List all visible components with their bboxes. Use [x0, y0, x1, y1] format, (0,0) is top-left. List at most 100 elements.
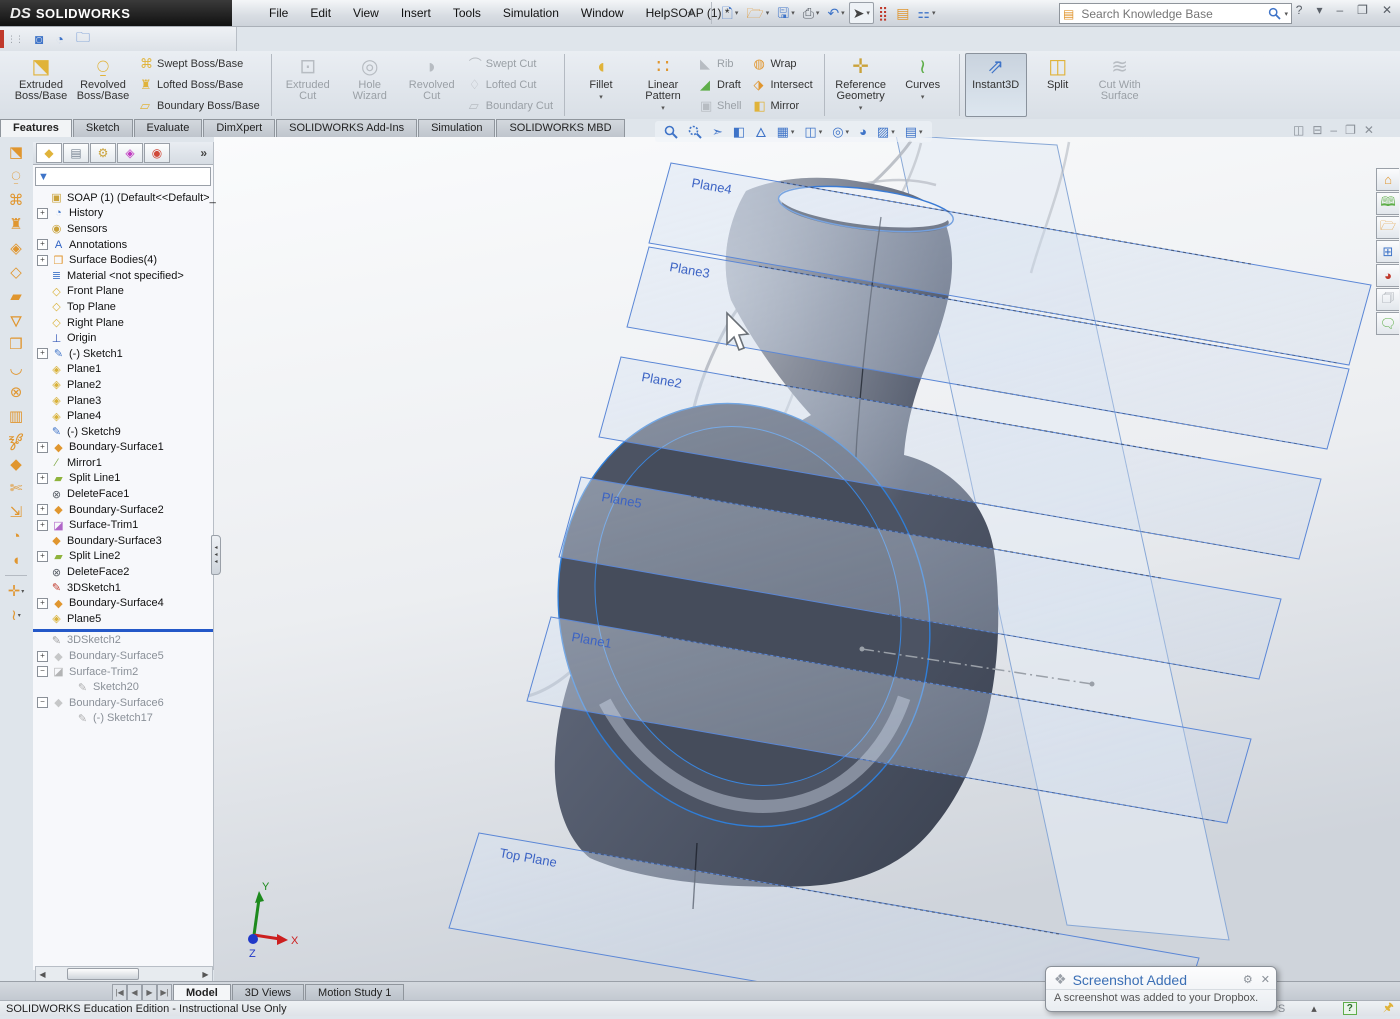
3d-drawing-view-button[interactable]: 🜂: [750, 117, 771, 147]
rollback-bar[interactable]: [33, 629, 213, 632]
menu-insert[interactable]: Insert: [390, 2, 442, 24]
tree-item-split-line2[interactable]: +▰Split Line2: [33, 549, 213, 565]
dropdown-icon[interactable]: ▾: [846, 128, 850, 136]
tree-item-annotations[interactable]: +AAnnotations: [33, 237, 213, 253]
tree-item-plane3[interactable]: ◈Plane3: [33, 393, 213, 409]
notification-settings-icon[interactable]: ⚙: [1243, 973, 1253, 986]
reference-geometry-button[interactable]: ✛Reference Geometry▾: [830, 53, 892, 117]
new-document-button[interactable]: 🗋▾: [718, 2, 743, 24]
tree-item-history[interactable]: +◔History: [33, 206, 213, 222]
expand-icon[interactable]: +: [37, 520, 48, 531]
tree-item-boundary-surface4[interactable]: +◆Boundary-Surface4: [33, 595, 213, 611]
dropdown-icon[interactable]: ▾: [819, 128, 823, 136]
dropdown-icon[interactable]: ▾: [735, 9, 739, 17]
filled-surface-button[interactable]: ◇: [3, 260, 29, 284]
boundary-surface-button[interactable]: ◈: [3, 236, 29, 260]
lofted-surface-button[interactable]: ♜: [3, 212, 29, 236]
dimxpertmanager-tab[interactable]: ◈: [117, 143, 143, 163]
doc-close-button[interactable]: ✕: [1364, 123, 1374, 137]
tree-item-deleteface1[interactable]: ⊗DeleteFace1: [33, 486, 213, 502]
notification-close-icon[interactable]: ✕: [1261, 973, 1270, 986]
tree-item-sketch9[interactable]: ✎(-) Sketch9: [33, 424, 213, 440]
tree-item-split-line1[interactable]: +▰Split Line1: [33, 471, 213, 487]
scroll-right-icon[interactable]: ▶: [199, 970, 212, 979]
restore-button[interactable]: ❐: [1353, 2, 1372, 18]
lofted-boss-base-button[interactable]: ♜Lofted Boss/Base: [134, 74, 266, 95]
dropdown-icon[interactable]: ▾: [921, 92, 925, 103]
rebuild-button[interactable]: ⣿: [874, 2, 892, 24]
tab-simulation[interactable]: Simulation: [418, 119, 495, 137]
record-video-button[interactable]: ◔: [49, 30, 69, 48]
expand-icon[interactable]: +: [37, 348, 48, 359]
screen-capture-button[interactable]: ◙: [29, 30, 49, 48]
dropdown-icon[interactable]: ▾: [919, 128, 923, 136]
search-icon[interactable]: [1268, 7, 1281, 20]
tree-item-boundary-surface5[interactable]: +◆Boundary-Surface5: [33, 648, 213, 664]
dropdown-icon[interactable]: ▾: [599, 92, 603, 103]
tree-item-surface-trim1[interactable]: +◪Surface-Trim1: [33, 517, 213, 533]
open-button[interactable]: 🗁▾: [742, 2, 773, 24]
tree-item-sketch1[interactable]: +✎(-) Sketch1: [33, 346, 213, 362]
tab-nav-1[interactable]: ◀: [127, 984, 142, 1001]
delete-face-button[interactable]: ⊗: [3, 380, 29, 404]
doc-tab-3d-views[interactable]: 3D Views: [232, 984, 304, 1001]
ruled-surface-button[interactable]: ◡: [3, 356, 29, 380]
search-dropdown-icon[interactable]: ▾: [1284, 10, 1288, 18]
quick-tips-icon[interactable]: ?: [1343, 1002, 1357, 1015]
expand-icon[interactable]: +: [37, 598, 48, 609]
tree-item-plane4[interactable]: ◈Plane4: [33, 408, 213, 424]
curves-button[interactable]: ≀▾: [3, 603, 29, 627]
edit-appearance-button[interactable]: ◕: [854, 122, 872, 141]
split-horizontal-button[interactable]: ◫: [1293, 123, 1304, 137]
configurationmanager-tab[interactable]: ⚙: [90, 143, 116, 163]
doc-tab-motion-study-1[interactable]: Motion Study 1: [305, 984, 404, 1001]
expand-icon[interactable]: +: [37, 442, 48, 453]
menu-view[interactable]: View: [342, 2, 390, 24]
expand-icon[interactable]: +: [37, 551, 48, 562]
dropdown-icon[interactable]: ▾: [791, 9, 795, 17]
instant3d-button[interactable]: ⇗Instant3D: [965, 53, 1027, 117]
collapse-icon[interactable]: −: [37, 697, 48, 708]
status-expand-icon[interactable]: ▴: [1311, 1002, 1317, 1015]
tree-item-deleteface2[interactable]: ⊗DeleteFace2: [33, 564, 213, 580]
featuremanager-tab[interactable]: ◆: [36, 143, 62, 163]
dropdown-icon[interactable]: ▾: [661, 103, 665, 114]
wrap-button[interactable]: ◍Wrap: [747, 53, 818, 74]
split-button[interactable]: ◫Split: [1027, 53, 1089, 117]
extruded-surface-button[interactable]: ⬔: [3, 140, 29, 164]
zoom-to-area-button[interactable]: [683, 123, 707, 141]
swept-boss-base-button[interactable]: ⌘Swept Boss/Base: [134, 53, 266, 74]
apply-scene-button[interactable]: ▨▾: [872, 122, 900, 142]
offset-surface-button[interactable]: ❒: [3, 332, 29, 356]
scroll-thumb[interactable]: [67, 968, 139, 980]
tree-item-sketch20[interactable]: ✎Sketch20: [33, 679, 213, 695]
tree-item-mirror1[interactable]: ⁄Mirror1: [33, 455, 213, 471]
reference-geometry-button[interactable]: ✛▾: [3, 579, 29, 603]
tree-item-plane2[interactable]: ◈Plane2: [33, 377, 213, 393]
untrim-surface-button[interactable]: ◔: [3, 524, 29, 548]
select-button[interactable]: ➤▾: [849, 2, 874, 24]
dropdown-icon[interactable]: ▾: [791, 128, 795, 136]
linear-pattern-button[interactable]: ∷Linear Pattern▾: [632, 53, 694, 117]
boundary-boss-base-button[interactable]: ▱Boundary Boss/Base: [134, 96, 266, 117]
dropdown-icon[interactable]: ▾: [841, 9, 845, 17]
tag-icon[interactable]: 🖈: [1383, 998, 1394, 1019]
save-button[interactable]: 🖫▾: [773, 2, 798, 24]
forum-tab[interactable]: 🗨: [1376, 312, 1399, 335]
doc-minimize-button[interactable]: –: [1330, 123, 1337, 137]
appearances-scenes-tab[interactable]: ◕: [1376, 264, 1399, 287]
tab-nav-0[interactable]: |◀: [112, 984, 127, 1001]
dropdown-icon[interactable]: ▾: [866, 9, 870, 17]
tree-item-boundary-surface1[interactable]: +◆Boundary-Surface1: [33, 440, 213, 456]
hide-show-items-button[interactable]: ◎▾: [827, 122, 854, 142]
dropdown-icon[interactable]: ▾: [816, 9, 820, 17]
print-button[interactable]: ⎙▾: [799, 2, 824, 24]
panel-expand-chevron[interactable]: »: [200, 146, 207, 160]
view-settings-button[interactable]: ▤▾: [900, 122, 928, 142]
dropdown-icon[interactable]: ▾: [18, 612, 21, 619]
undo-button[interactable]: ↶▾: [823, 2, 848, 24]
mirror-button[interactable]: ◧Mirror: [747, 96, 818, 117]
tree-scrollbar[interactable]: ◀ ▶: [35, 966, 213, 982]
expand-icon[interactable]: +: [37, 208, 48, 219]
panel-splitter[interactable]: ◂◂◂: [211, 535, 221, 575]
